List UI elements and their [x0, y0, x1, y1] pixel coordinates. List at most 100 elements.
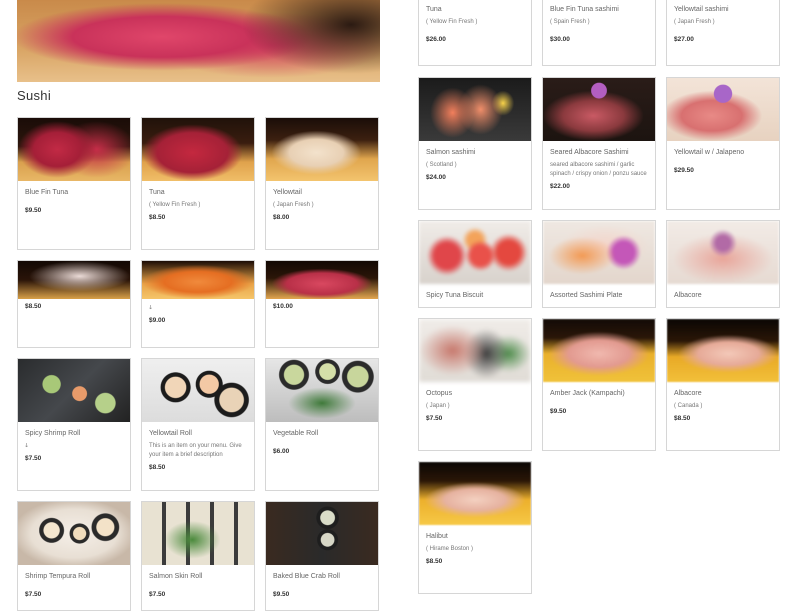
menu-item-name: Spicy Tuna Biscuit: [426, 292, 484, 299]
menu-item-card[interactable]: $10.00: [265, 260, 379, 348]
menu-item-image: [543, 319, 655, 382]
menu-item-price: $7.50: [149, 591, 166, 598]
menu-item-image: [266, 502, 378, 565]
menu-item-card[interactable]: Tuna ( Yellow Fin Fresh ) $8.50: [141, 117, 255, 250]
menu-item-name: Assorted Sashimi Plate: [550, 292, 623, 299]
menu-item-name: Tuna: [149, 189, 165, 196]
menu-item-name: Tuna: [426, 6, 442, 13]
menu-item-card[interactable]: Yellowtail Roll This is an item on your …: [141, 358, 255, 491]
menu-item-card[interactable]: Salmon sashimi ( Scotland ) $24.00: [418, 77, 532, 210]
menu-item-price: $30.00: [550, 36, 570, 43]
menu-item-price: $10.00: [273, 303, 293, 310]
menu-item-name: Halibut: [426, 533, 448, 540]
menu-item-card[interactable]: Baked Blue Crab Roll $9.50: [265, 501, 379, 611]
menu-item-image: [266, 118, 378, 181]
menu-item-card[interactable]: Amber Jack (Kampachi) $9.50: [542, 318, 656, 451]
menu-item-card[interactable]: Blue Fin Tuna $9.50: [17, 117, 131, 250]
menu-item-name: Yellowtail sashimi: [674, 6, 729, 13]
menu-item-card[interactable]: Yellowtail w / Jalapeno $29.50: [666, 77, 780, 210]
menu-item-price: $22.00: [550, 183, 570, 190]
menu-item-card[interactable]: $8.50: [17, 260, 131, 348]
menu-item-name: Spicy Shrimp Roll: [25, 430, 81, 437]
menu-item-card[interactable]: Vegetable Roll $6.00: [265, 358, 379, 491]
menu-item-card[interactable]: ↆ $9.00: [141, 260, 255, 348]
menu-item-name: Salmon Skin Roll: [149, 573, 203, 580]
menu-item-description: ( Japan Fresh ): [273, 202, 314, 208]
menu-item-name: Yellowtail Roll: [149, 430, 192, 437]
menu-item-description: ( Japan ): [426, 403, 450, 409]
menu-item-card[interactable]: Spicy Tuna Biscuit: [418, 220, 532, 308]
menu-item-card[interactable]: Yellowtail ( Japan Fresh ) $8.00: [265, 117, 379, 250]
menu-item-name: Amber Jack (Kampachi): [550, 390, 625, 397]
menu-item-image: [667, 221, 779, 284]
menu-item-name: Blue Fin Tuna sashimi: [550, 6, 619, 13]
menu-item-name: Octopus: [426, 390, 453, 397]
menu-item-image: [18, 261, 130, 299]
menu-item-description: ( Scotland ): [426, 162, 457, 168]
menu-item-card[interactable]: Seared Albacore Sashimi seared albacore …: [542, 77, 656, 210]
menu-item-name: Albacore: [674, 390, 702, 397]
menu-item-card[interactable]: Spicy Shrimp Roll ↆ $7.50: [17, 358, 131, 491]
menu-item-price: $9.50: [25, 207, 42, 214]
menu-item-description: ↆ: [25, 443, 29, 449]
menu-item-image: [142, 359, 254, 422]
menu-item-name: Shrimp Tempura Roll: [25, 573, 91, 580]
menu-item-description: ( Yellow Fin Fresh ): [426, 19, 478, 25]
menu-item-card[interactable]: Tuna ( Yellow Fin Fresh ) $26.00: [418, 0, 532, 66]
menu-item-card[interactable]: Yellowtail sashimi ( Japan Fresh ) $27.0…: [666, 0, 780, 66]
menu-item-card[interactable]: Albacore ( Canada ) $8.50: [666, 318, 780, 451]
menu-item-image: [266, 359, 378, 422]
menu-item-price: $8.00: [273, 214, 290, 221]
menu-item-description: ( Canada ): [674, 403, 703, 409]
menu-item-image: [142, 502, 254, 565]
menu-item-name: Baked Blue Crab Roll: [273, 573, 340, 580]
menu-item-price: $7.50: [25, 455, 42, 462]
menu-item-description: This is an item on your menu. Give your …: [149, 443, 242, 458]
menu-item-card[interactable]: Halibut ( Hirame Boston ) $8.50: [418, 461, 532, 594]
menu-item-name: Yellowtail: [273, 189, 302, 196]
section-title-sushi: Sushi: [17, 88, 52, 103]
menu-item-name: Salmon sashimi: [426, 149, 476, 156]
menu-item-price: $29.50: [674, 167, 694, 174]
menu-item-image: [419, 319, 531, 382]
menu-item-price: $8.50: [426, 558, 443, 565]
menu-item-price: $8.50: [674, 415, 691, 422]
menu-item-description: seared albacore sashimi / garlic spinach…: [550, 162, 647, 177]
menu-item-price: $8.50: [149, 464, 166, 471]
menu-item-image: [18, 502, 130, 565]
menu-item-price: $24.00: [426, 174, 446, 181]
menu-item-name: Albacore: [674, 292, 702, 299]
menu-item-image: [667, 78, 779, 141]
menu-item-name: Yellowtail w / Jalapeno: [674, 149, 745, 156]
hero-image: [17, 0, 380, 82]
menu-item-price: $26.00: [426, 36, 446, 43]
menu-item-name: Seared Albacore Sashimi: [550, 149, 629, 156]
menu-item-price: $27.00: [674, 36, 694, 43]
menu-item-price: $7.50: [426, 415, 443, 422]
menu-item-image: [419, 462, 531, 525]
menu-item-name: Blue Fin Tuna: [25, 189, 69, 196]
menu-item-image: [18, 359, 130, 422]
menu-item-price: $9.50: [273, 591, 290, 598]
menu-item-image: [266, 261, 378, 299]
menu-item-price: $6.00: [273, 448, 290, 455]
menu-item-price: $9.50: [550, 408, 567, 415]
menu-item-image: [18, 118, 130, 181]
menu-item-price: $8.50: [149, 214, 166, 221]
menu-item-card[interactable]: Blue Fin Tuna sashimi ( Spain Fresh ) $3…: [542, 0, 656, 66]
menu-item-description: ( Yellow Fin Fresh ): [149, 202, 201, 208]
menu-item-card[interactable]: Salmon Skin Roll $7.50: [141, 501, 255, 611]
menu-item-price: $7.50: [25, 591, 42, 598]
menu-item-card[interactable]: Shrimp Tempura Roll $7.50: [17, 501, 131, 611]
menu-item-card[interactable]: Octopus ( Japan ) $7.50: [418, 318, 532, 451]
menu-item-image: [543, 78, 655, 141]
menu-item-description: ( Japan Fresh ): [674, 19, 715, 25]
menu-item-price: $9.00: [149, 317, 166, 324]
menu-item-image: [667, 319, 779, 382]
menu-item-card[interactable]: Albacore: [666, 220, 780, 308]
menu-item-card[interactable]: Assorted Sashimi Plate: [542, 220, 656, 308]
menu-item-name: Vegetable Roll: [273, 430, 319, 437]
menu-item-description: ↆ: [149, 305, 153, 311]
menu-item-description: ( Hirame Boston ): [426, 546, 474, 552]
menu-item-image: [142, 261, 254, 299]
